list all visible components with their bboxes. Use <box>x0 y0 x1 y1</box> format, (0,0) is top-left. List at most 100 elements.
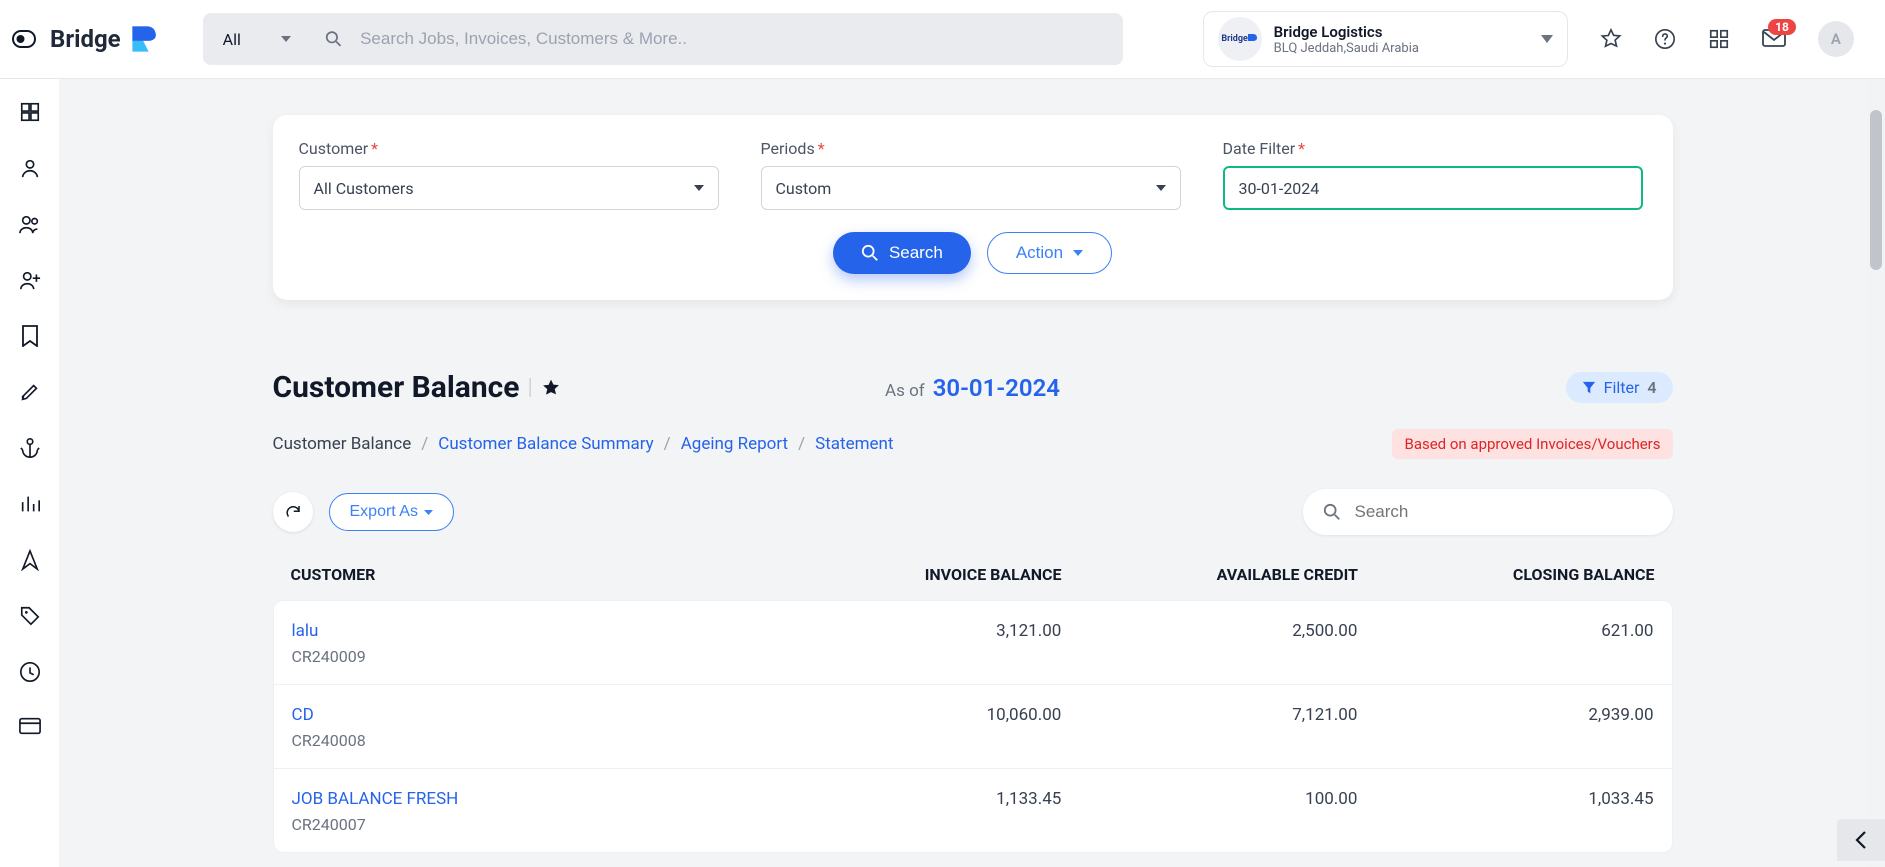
col-invoice-balance: INVOICE BALANCE <box>765 565 1062 584</box>
chevron-down-icon <box>424 510 433 515</box>
left-rail <box>0 79 60 867</box>
search-icon <box>1323 503 1341 521</box>
customer-name-link[interactable]: lalu <box>292 621 766 641</box>
filter-icon <box>1582 381 1596 395</box>
breadcrumb-ageing[interactable]: Ageing Report <box>681 434 788 454</box>
customer-select[interactable]: All Customers <box>299 166 719 210</box>
search-button-label: Search <box>889 243 943 263</box>
chevron-down-icon <box>1541 35 1553 43</box>
customer-code: CR240009 <box>292 647 766 666</box>
filter-customer: Customer* All Customers <box>299 139 719 210</box>
action-button[interactable]: Action <box>987 232 1112 274</box>
rail-dashboard-icon[interactable] <box>19 101 41 123</box>
app-logo-text: Bridge <box>50 25 121 53</box>
tenant-logo: Bridge <box>1218 17 1262 61</box>
rail-card-icon[interactable] <box>19 717 41 735</box>
global-search-wrap: All <box>203 13 1123 65</box>
tenant-meta: Bridge Logistics BLQ Jeddah,Saudi Arabia <box>1274 23 1419 56</box>
chevron-left-icon <box>1855 831 1867 849</box>
tenant-sub: BLQ Jeddah,Saudi Arabia <box>1274 41 1419 56</box>
global-search-input[interactable] <box>358 28 1109 50</box>
customer-name-link[interactable]: JOB BALANCE FRESH <box>292 789 766 809</box>
header-icons: 18 A <box>1600 21 1854 57</box>
date-filter-input[interactable]: 30-01-2024 <box>1223 166 1643 210</box>
search-scope-select[interactable]: All <box>203 13 311 65</box>
search-icon <box>861 244 879 262</box>
col-customer: CUSTOMER <box>291 565 765 584</box>
as-of-label: As of <box>885 381 925 401</box>
favorites-icon[interactable] <box>1600 28 1622 50</box>
rail-users-icon[interactable] <box>18 213 42 235</box>
cell-closing: 2,939.00 <box>1357 705 1653 750</box>
mail-badge: 18 <box>1768 19 1796 35</box>
as-of: As of 30-01-2024 <box>885 374 1060 402</box>
breadcrumb-statement[interactable]: Statement <box>815 434 893 454</box>
rail-anchor-icon[interactable] <box>19 437 41 459</box>
title-row: Customer Balance | As of 30-01-2024 Filt… <box>273 370 1673 405</box>
table-row: lalu CR240009 3,121.00 2,500.00 621.00 <box>274 601 1672 685</box>
eye-toggle-icon[interactable] <box>6 24 42 54</box>
help-icon[interactable] <box>1654 28 1676 50</box>
filter-pill-count: 4 <box>1647 378 1656 397</box>
table-head: CUSTOMER INVOICE BALANCE AVAILABLE CREDI… <box>273 535 1673 600</box>
cell-closing: 621.00 <box>1357 621 1653 666</box>
table-search[interactable] <box>1303 489 1673 535</box>
chevron-down-icon <box>694 185 704 191</box>
global-search[interactable] <box>311 13 1123 65</box>
periods-label: Periods <box>761 139 815 158</box>
rail-chart-icon[interactable] <box>19 493 41 515</box>
col-available-credit: AVAILABLE CREDIT <box>1061 565 1358 584</box>
rail-edit-icon[interactable] <box>19 381 41 403</box>
periods-select-value: Custom <box>776 179 832 198</box>
rail-bookmark-icon[interactable] <box>21 325 39 347</box>
customer-label: Customer <box>299 139 369 158</box>
breadcrumb-summary[interactable]: Customer Balance Summary <box>438 434 653 454</box>
filter-pill-label: Filter <box>1604 378 1640 397</box>
filter-periods: Periods* Custom <box>761 139 1181 210</box>
datefilter-label: Date Filter <box>1223 139 1296 158</box>
favorite-toggle-icon[interactable] <box>541 378 561 398</box>
apps-icon[interactable] <box>1708 28 1730 50</box>
cell-invoice: 10,060.00 <box>765 705 1061 750</box>
rail-clock-icon[interactable] <box>19 661 41 683</box>
rail-user-icon[interactable] <box>19 157 41 179</box>
rail-navigate-icon[interactable] <box>20 549 40 571</box>
breadcrumb: Customer Balance / Customer Balance Summ… <box>273 429 1673 459</box>
refresh-button[interactable] <box>273 492 313 532</box>
table-toolbar: Export As <box>273 489 1673 535</box>
customer-code: CR240007 <box>292 815 766 834</box>
cell-credit: 2,500.00 <box>1061 621 1357 666</box>
avatar[interactable]: A <box>1818 21 1854 57</box>
rail-tag-icon[interactable] <box>19 605 41 627</box>
customer-select-value: All Customers <box>314 179 414 198</box>
export-button[interactable]: Export As <box>329 493 454 531</box>
filter-pill[interactable]: Filter 4 <box>1566 372 1673 403</box>
scrollbar[interactable] <box>1867 80 1885 867</box>
chevron-down-icon <box>1073 250 1083 256</box>
search-button[interactable]: Search <box>833 232 971 274</box>
export-button-label: Export As <box>350 503 418 521</box>
col-closing-balance: CLOSING BALANCE <box>1358 565 1655 584</box>
action-button-label: Action <box>1016 243 1063 263</box>
cell-invoice: 1,133.45 <box>765 789 1061 834</box>
rail-user-plus-icon[interactable] <box>18 269 42 291</box>
cell-closing: 1,033.45 <box>1357 789 1653 834</box>
customer-name-link[interactable]: CD <box>292 705 766 725</box>
scrollbar-thumb[interactable] <box>1870 110 1882 270</box>
status-badge: Based on approved Invoices/Vouchers <box>1392 429 1672 459</box>
table-body: lalu CR240009 3,121.00 2,500.00 621.00 C… <box>273 600 1673 853</box>
filter-date: Date Filter* 30-01-2024 <box>1223 139 1643 210</box>
main-scroll[interactable]: Customer* All Customers Periods* Custom … <box>60 79 1885 867</box>
collapse-panel-button[interactable] <box>1837 819 1885 861</box>
table-row: JOB BALANCE FRESH CR240007 1,133.45 100.… <box>274 769 1672 852</box>
app-logo[interactable]: Bridge <box>50 21 163 57</box>
avatar-letter: A <box>1831 30 1841 48</box>
cell-credit: 7,121.00 <box>1061 705 1357 750</box>
tenant-switcher[interactable]: Bridge Bridge Logistics BLQ Jeddah,Saudi… <box>1203 11 1568 67</box>
refresh-icon <box>284 503 302 521</box>
customer-code: CR240008 <box>292 731 766 750</box>
table-search-input[interactable] <box>1353 501 1653 523</box>
chevron-down-icon <box>1156 185 1166 191</box>
periods-select[interactable]: Custom <box>761 166 1181 210</box>
mail-icon[interactable]: 18 <box>1762 29 1786 49</box>
